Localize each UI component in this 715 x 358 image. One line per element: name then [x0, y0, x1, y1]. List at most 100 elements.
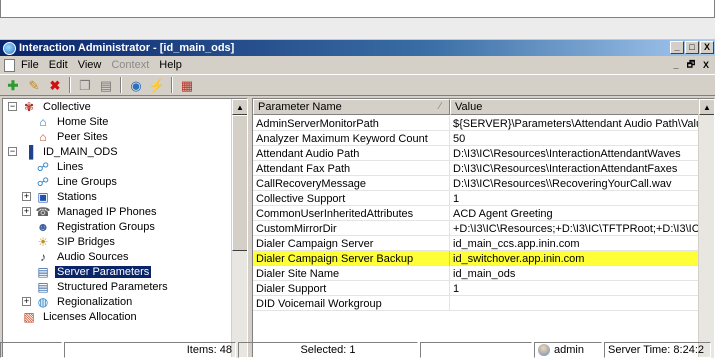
delete-icon[interactable]: ✖ — [46, 76, 64, 94]
column-header-parameter-name[interactable]: Parameter Name ∕ — [253, 99, 450, 115]
new-icon[interactable]: ✚ — [4, 76, 22, 94]
scroll-up-icon[interactable]: ▲ — [232, 99, 247, 115]
tree-item-label: SIP Bridges — [57, 235, 115, 248]
tree-item-server-parameters[interactable]: ▤ Server Parameters — [35, 264, 153, 279]
table-row[interactable]: CallRecoveryMessage D:\I3\IC\Resources\\… — [253, 176, 700, 191]
tree-item-sip-bridges[interactable]: ☀ SIP Bridges — [35, 234, 117, 249]
menu-bar: File Edit View Context Help _ 🗗 X — [0, 56, 715, 74]
menu-context[interactable]: Context — [111, 59, 149, 71]
tree-item-home-site[interactable]: ⌂ Home Site — [35, 114, 110, 129]
tree-item-audio-sources[interactable]: ♪ Audio Sources — [35, 249, 131, 264]
parameter-name-cell: Attendant Fax Path — [253, 161, 450, 176]
menu-view[interactable]: View — [78, 59, 102, 71]
table-row[interactable]: Collective Support 1 — [253, 191, 700, 206]
maximize-button[interactable]: □ — [685, 41, 699, 54]
copy-icon[interactable]: ❐ — [76, 76, 94, 94]
tree-item-label: Regionalization — [57, 295, 133, 308]
sort-indicator-icon: ∕ — [439, 101, 441, 112]
collapse-icon[interactable]: − — [8, 102, 17, 111]
tree-item-registration-groups[interactable]: ☻ Registration Groups — [35, 219, 157, 234]
table-row[interactable]: Dialer Campaign Server id_main_ccs.app.i… — [253, 236, 700, 251]
parameter-value-cell: id_main_ods — [450, 266, 700, 281]
parameter-name-cell: Collective Support — [253, 191, 450, 206]
parameter-name-cell: Attendant Audio Path — [253, 146, 450, 161]
collective-icon: ✾ — [23, 99, 35, 114]
parameter-name-cell: Dialer Campaign Server Backup — [253, 251, 450, 266]
app-icon — [3, 41, 16, 55]
parameter-name-cell: Dialer Site Name — [253, 266, 450, 281]
expand-icon[interactable]: + — [22, 207, 31, 216]
ip-phones-icon: ☎ — [35, 204, 51, 219]
globe-icon[interactable]: ◉ — [127, 76, 145, 94]
table-row[interactable]: DID Voicemail Workgroup — [253, 296, 700, 311]
column-header-value[interactable]: Value — [450, 99, 700, 115]
parameter-value-cell: ${SERVER}\Parameters\Attendant Audio Pat… — [450, 116, 700, 131]
tree-item-structured-parameters[interactable]: ▤ Structured Parameters — [35, 279, 170, 294]
status-server-time: Server Time: 8:24:2 — [604, 342, 711, 358]
scroll-up-icon[interactable]: ▲ — [699, 99, 714, 115]
tree-item-label: Audio Sources — [57, 250, 129, 263]
tree-item-label: ID_MAIN_ODS — [43, 145, 118, 158]
tree-item-licenses-allocation[interactable]: ▧ Licenses Allocation — [21, 309, 139, 324]
minimize-button[interactable]: _ — [670, 41, 684, 54]
table-row[interactable]: Attendant Audio Path D:\I3\IC\Resources\… — [253, 146, 700, 161]
tree-vertical-scrollbar[interactable]: ▲ ▼ — [231, 99, 247, 358]
report-icon[interactable]: ▦ — [178, 76, 196, 94]
table-row-highlighted[interactable]: Dialer Campaign Server Backup id_switcho… — [253, 251, 700, 266]
status-pane-spacer — [420, 342, 532, 358]
close-button[interactable]: X — [700, 41, 714, 54]
status-bar: Items: 48 Selected: 1 admin Server Time:… — [0, 342, 715, 358]
grid-vertical-scrollbar[interactable]: ▲ — [698, 99, 714, 358]
collapse-icon[interactable]: − — [8, 147, 17, 156]
line-groups-icon: ☍ — [36, 174, 50, 189]
title-bar[interactable]: Interaction Administrator - [id_main_ods… — [0, 40, 715, 56]
parameter-value-cell: id_switchover.app.inin.com — [450, 251, 700, 266]
table-row[interactable]: AdminServerMonitorPath ${SERVER}\Paramet… — [253, 116, 700, 131]
parameter-name-cell: Dialer Support — [253, 281, 450, 296]
table-row[interactable]: Dialer Support 1 — [253, 281, 700, 296]
table-row[interactable]: Attendant Fax Path D:\I3\IC\Resources\In… — [253, 161, 700, 176]
parameter-name-cell: Dialer Campaign Server — [253, 236, 450, 251]
parameter-name-cell: Analyzer Maximum Keyword Count — [253, 131, 450, 146]
child-restore-button[interactable]: 🗗 — [684, 58, 698, 71]
menu-help[interactable]: Help — [159, 59, 182, 71]
sip-bridges-icon: ☀ — [37, 234, 49, 249]
peer-sites-icon: ⌂ — [39, 129, 47, 144]
server-parameters-icon: ▤ — [37, 264, 49, 279]
child-minimize-button[interactable]: _ — [669, 58, 683, 71]
tree-item-label: Home Site — [57, 115, 109, 128]
expand-icon[interactable]: + — [22, 192, 31, 201]
status-selected-count: Selected: 1 — [238, 342, 418, 358]
expand-icon[interactable]: + — [22, 297, 31, 306]
parameters-grid[interactable]: Parameter Name ∕ Value AdminServerMonito… — [252, 98, 715, 358]
tree-item-peer-sites[interactable]: ⌂ Peer Sites — [35, 129, 110, 144]
tree-pane[interactable]: − ✾ Collective ⌂ Home Site ⌂ Peer Sites … — [2, 98, 248, 358]
wizard-icon[interactable]: ⚡ — [148, 76, 166, 94]
tree-item-lines[interactable]: ☍ Lines — [35, 159, 85, 174]
tree-item-label: Collective — [43, 100, 91, 113]
registration-groups-icon: ☻ — [36, 219, 50, 234]
tree-item-line-groups[interactable]: ☍ Line Groups — [35, 174, 119, 189]
document-icon[interactable] — [4, 58, 15, 72]
tree-item-label: Peer Sites — [57, 130, 108, 143]
structured-parameters-icon: ▤ — [37, 279, 49, 294]
tree-item-managed-ip-phones[interactable]: ☎ Managed IP Phones — [35, 204, 158, 219]
window-controls: _ □ X — [670, 41, 714, 54]
parameter-value-cell: D:\I3\IC\Resources\\RecoveringYourCall.w… — [450, 176, 700, 191]
edit-icon[interactable]: ✎ — [25, 76, 43, 94]
table-row[interactable]: CustomMirrorDir +D:\I3\IC\Resources;+D:\… — [253, 221, 700, 236]
licenses-icon: ▧ — [23, 309, 35, 324]
table-row[interactable]: Analyzer Maximum Keyword Count 50 — [253, 131, 700, 146]
menu-edit[interactable]: Edit — [49, 59, 68, 71]
child-window-controls: _ 🗗 X — [669, 58, 713, 71]
tree-item-id-main-ods[interactable]: ▐ ID_MAIN_ODS — [21, 144, 120, 159]
scroll-thumb[interactable] — [232, 115, 247, 251]
table-row[interactable]: Dialer Site Name id_main_ods — [253, 266, 700, 281]
paste-icon[interactable]: ▤ — [97, 76, 115, 94]
tree-item-collective[interactable]: ✾ Collective — [21, 99, 93, 114]
tree-item-regionalization[interactable]: ◍ Regionalization — [35, 294, 134, 309]
tree-item-stations[interactable]: ▣ Stations — [35, 189, 99, 204]
child-close-button[interactable]: X — [699, 58, 713, 71]
table-row[interactable]: CommonUserInheritedAttributes ACD Agent … — [253, 206, 700, 221]
menu-file[interactable]: File — [21, 59, 39, 71]
